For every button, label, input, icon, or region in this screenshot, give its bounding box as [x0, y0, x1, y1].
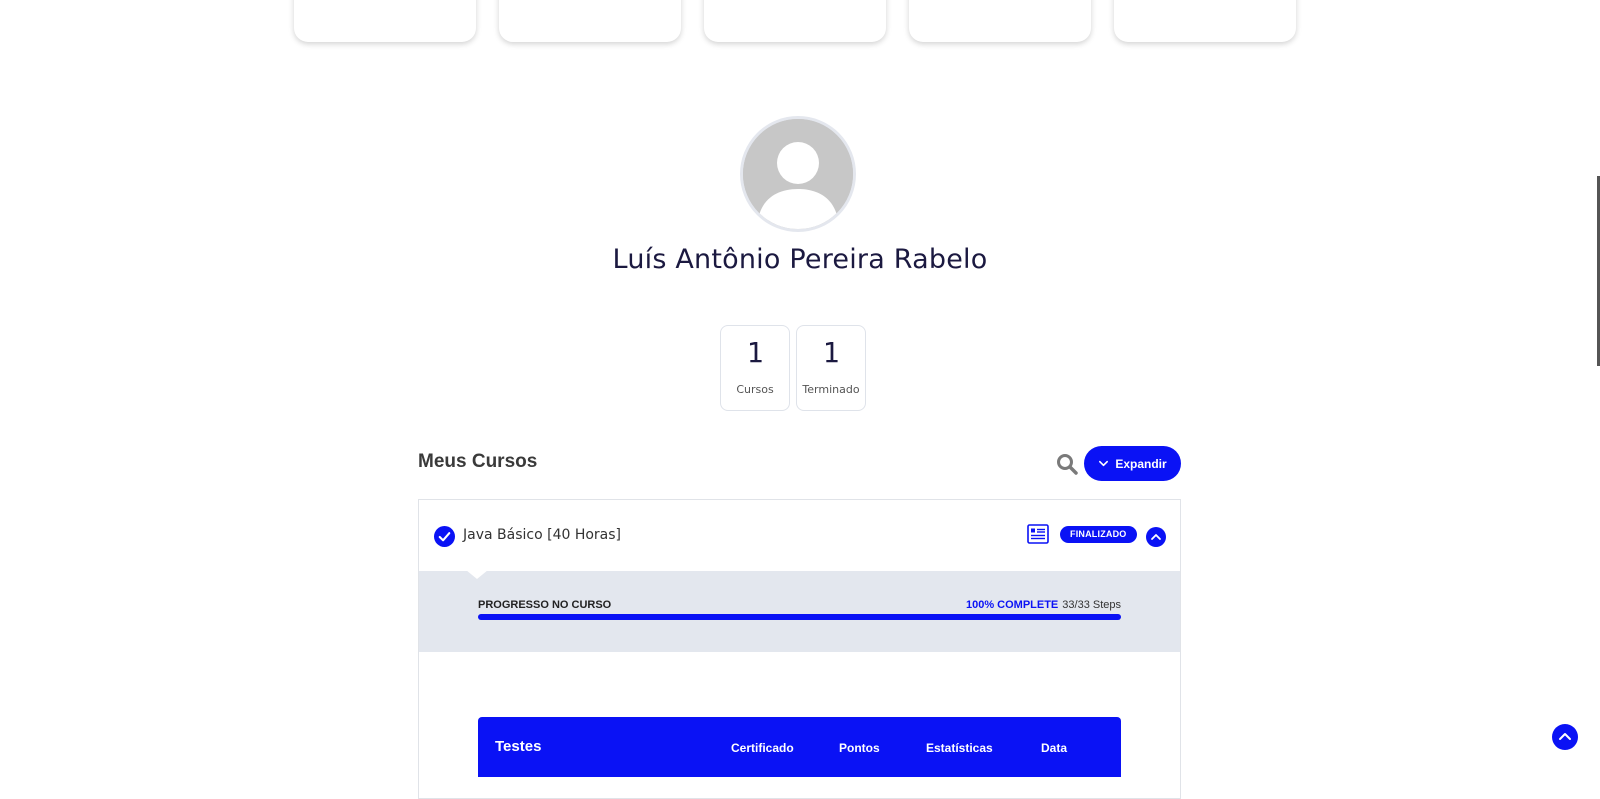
course-title[interactable]: Java Básico [40 Horas] [463, 527, 621, 543]
search-button[interactable] [1055, 452, 1079, 476]
progress-steps: 33/33 Steps [1062, 599, 1121, 611]
avatar [740, 116, 856, 232]
stat-label: Cursos [736, 383, 774, 396]
user-stats: 1 Cursos 1 Terminado [720, 325, 866, 411]
top-card[interactable] [704, 0, 886, 42]
chevron-down-icon [1099, 460, 1109, 467]
courses-section-title: Meus Cursos [418, 451, 538, 472]
quiz-column-header: Pontos [839, 741, 880, 755]
user-name: Luís Antônio Pereira Rabelo [612, 244, 988, 275]
course-item: Java Básico [40 Horas] FINALIZADO PROGRE… [418, 499, 1181, 799]
quiz-column-header: Certificado [731, 741, 794, 755]
progress-bar [478, 614, 1121, 620]
quiz-table-title: Testes [495, 738, 542, 755]
stat-value: 1 [822, 336, 840, 369]
quiz-table-header: Testes Certificado Pontos Estatísticas D… [478, 717, 1121, 777]
check-circle-icon [434, 526, 455, 547]
quiz-column-header: Data [1041, 741, 1068, 755]
stat-courses: 1 Cursos [720, 325, 790, 411]
certificate-icon [1027, 524, 1049, 544]
back-to-top-button[interactable] [1552, 724, 1578, 750]
top-card[interactable] [294, 0, 476, 42]
user-silhouette-icon [743, 119, 853, 229]
course-progress: PROGRESSO NO CURSO 100% COMPLETE 33/33 St… [419, 570, 1180, 652]
progress-summary: 100% COMPLETE 33/33 Steps [966, 599, 1121, 611]
arrow-up-icon [1552, 724, 1578, 750]
top-card[interactable] [499, 0, 681, 42]
stat-value: 1 [746, 336, 764, 369]
top-card[interactable] [1114, 0, 1296, 42]
stat-completed: 1 Terminado [796, 325, 866, 411]
expand-button-label: Expandir [1115, 456, 1167, 471]
expand-button[interactable]: Expandir [1084, 446, 1181, 481]
notch-arrow [466, 570, 488, 579]
chevron-up-icon[interactable] [1146, 527, 1166, 547]
quiz-column-header: Estatísticas [926, 741, 993, 755]
status-badge: FINALIZADO [1060, 526, 1137, 543]
top-card[interactable] [909, 0, 1091, 42]
progress-percent: 100% COMPLETE [965, 599, 1059, 611]
stat-label: Terminado [802, 383, 860, 396]
course-header[interactable]: Java Básico [40 Horas] FINALIZADO [419, 500, 1180, 571]
progress-bar-fill [478, 614, 1121, 620]
top-card-row [294, 0, 1296, 42]
search-icon [1057, 454, 1078, 475]
progress-label: PROGRESSO NO CURSO [478, 599, 612, 611]
